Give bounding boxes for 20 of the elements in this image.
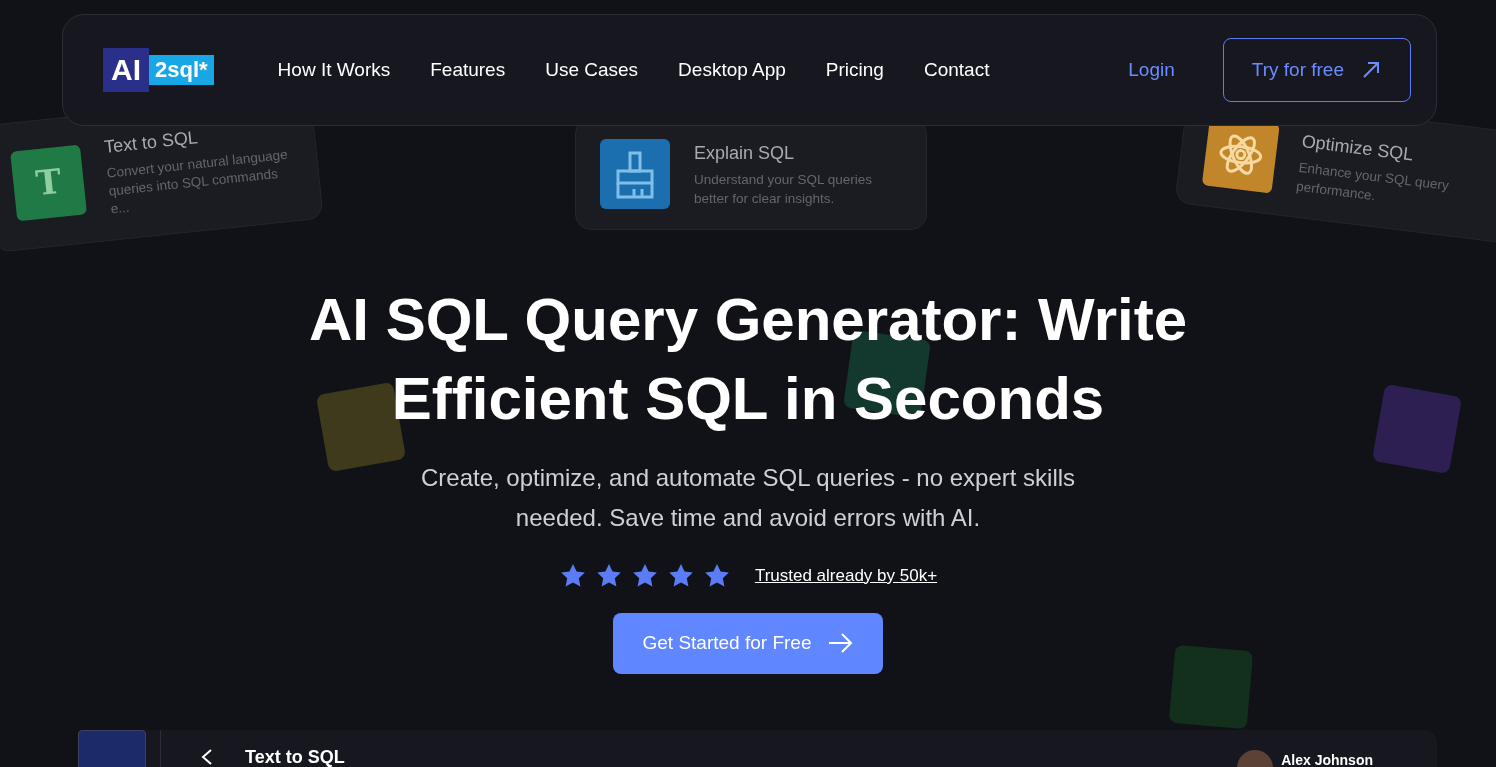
nav-link[interactable]: How It Works (277, 55, 391, 85)
login-link[interactable]: Login (1128, 55, 1175, 85)
logo-thumbnail (78, 730, 146, 767)
trust-text: Trusted already by 50k+ (754, 564, 938, 587)
nav-link[interactable]: Pricing (825, 55, 884, 85)
try-button[interactable]: Try for free (1222, 37, 1411, 103)
card-title: Explain SQL (694, 142, 796, 166)
nav-link[interactable]: Contact (923, 55, 990, 85)
letter-tile-icon: T (10, 144, 88, 222)
nav-link[interactable]: Use Cases (545, 55, 639, 85)
logo-text: 2sql* (149, 54, 214, 86)
hero-title: AI SQL Query Generator: Write Efficient SQL in Seconds (308, 285, 1188, 434)
hero-subtitle: Create, optimize, and automate SQL queries - no expert skills needed. Save time and avoid errors with AI. (419, 463, 1077, 533)
preview-title: Text to SQL (245, 746, 345, 767)
nav-link[interactable]: Features (430, 55, 506, 85)
logo-text: AI (103, 48, 149, 92)
user-name: Alex Johnson (1281, 751, 1373, 767)
card-title: Text to SQL (102, 126, 199, 157)
nav-link[interactable]: Desktop App (678, 55, 786, 85)
card-description: Understand your SQL queries better for clear insights. (694, 171, 874, 208)
